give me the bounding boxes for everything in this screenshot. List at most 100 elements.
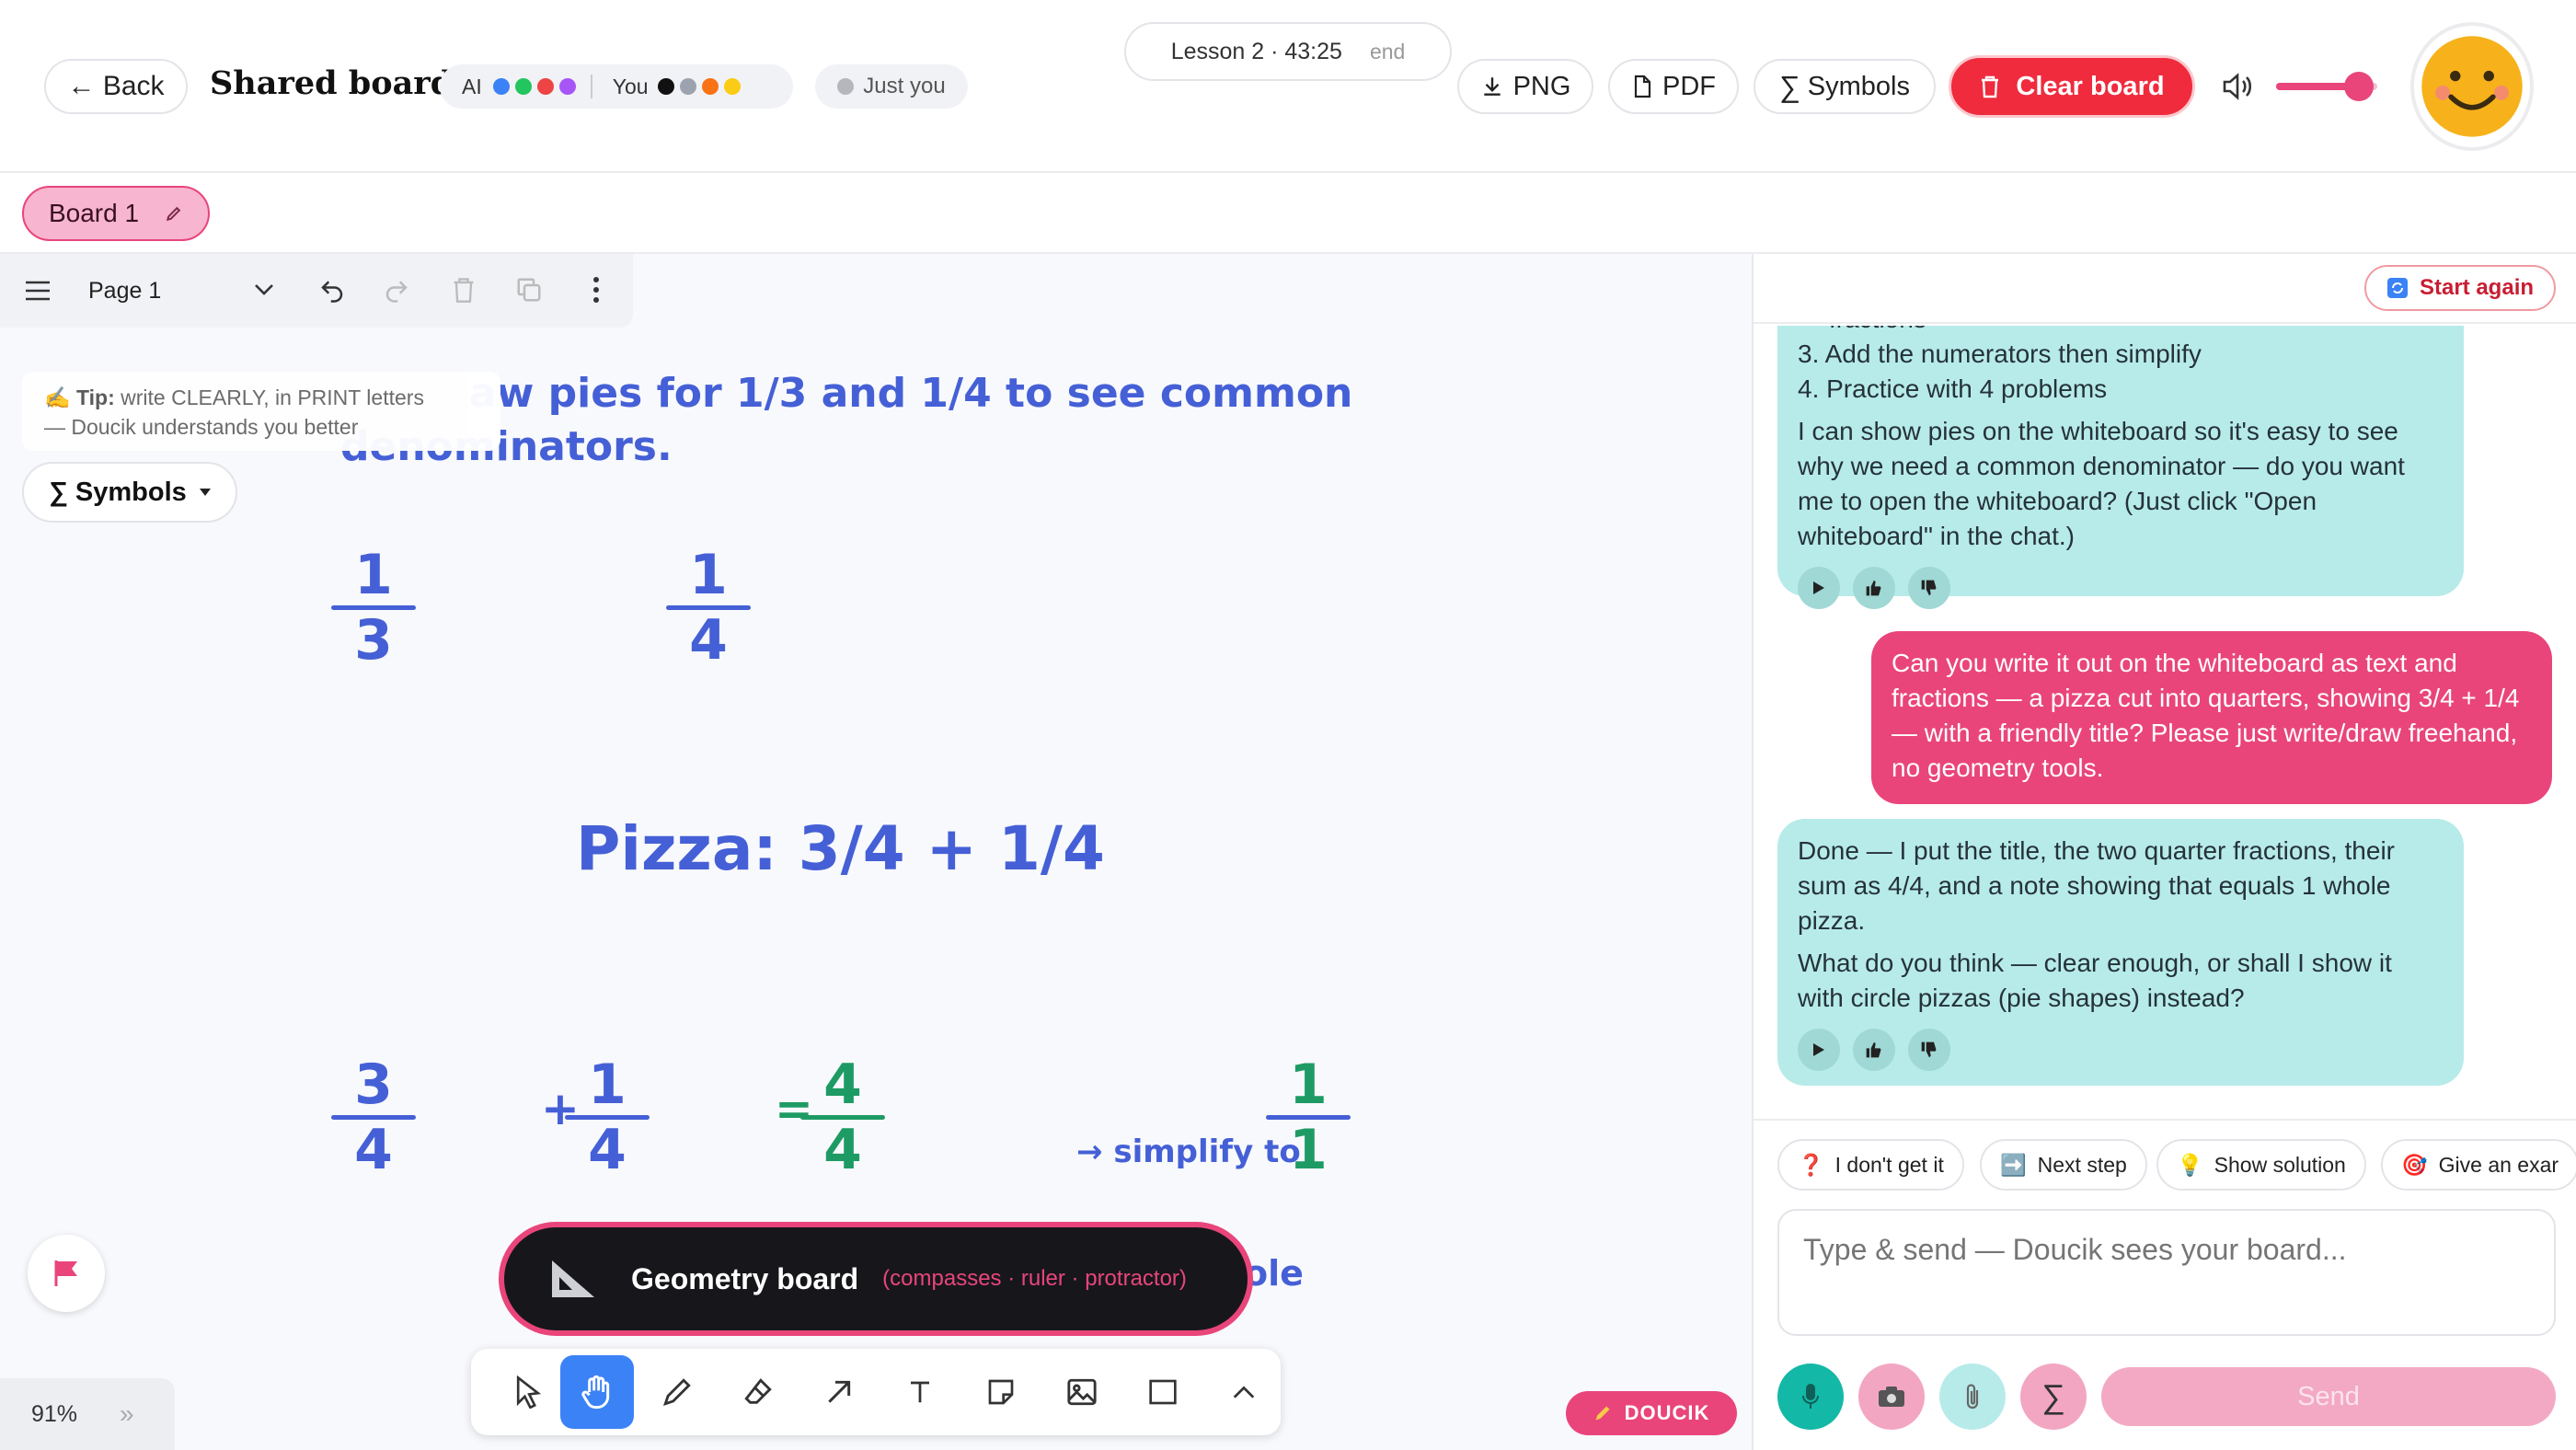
top-header: ← Back Shared board AI You Just you Less… bbox=[0, 0, 2576, 173]
play-icon bbox=[1813, 581, 1824, 594]
tool-text[interactable] bbox=[883, 1355, 957, 1429]
clear-board-button[interactable]: Clear board bbox=[1949, 55, 2195, 118]
drawing-toolbar bbox=[471, 1349, 1281, 1435]
pizza-title: Pizza: 3/4 + 1/4 bbox=[576, 813, 1105, 884]
divider bbox=[1754, 1119, 2576, 1121]
paperclip-icon bbox=[1966, 1384, 1979, 1410]
color-dot bbox=[514, 78, 532, 95]
symbols-button[interactable]: ∑ Symbols bbox=[1754, 59, 1936, 114]
play-icon bbox=[1813, 1043, 1824, 1056]
flag-button[interactable] bbox=[28, 1235, 105, 1312]
tip-prefix: ✍️ Tip: bbox=[44, 386, 115, 409]
play-audio-button[interactable] bbox=[1798, 567, 1840, 609]
camera-button[interactable] bbox=[1858, 1364, 1925, 1430]
fraction-one-quarter-addend: 14 bbox=[565, 1056, 650, 1179]
thumbs-up-button[interactable] bbox=[1853, 567, 1895, 609]
thumbs-up-icon bbox=[1866, 1041, 1881, 1058]
tool-more[interactable] bbox=[1207, 1355, 1281, 1429]
lesson-timer: Lesson 2 · 43:25 end bbox=[1124, 22, 1452, 81]
math-symbols-button[interactable]: ∑ bbox=[2020, 1364, 2087, 1430]
tool-arrow[interactable] bbox=[802, 1355, 876, 1429]
geometry-board-button[interactable]: Geometry board (compasses · ruler · prot… bbox=[499, 1222, 1253, 1336]
tool-select[interactable] bbox=[491, 1355, 565, 1429]
volume-knob[interactable] bbox=[2344, 72, 2375, 101]
tool-sticky-note[interactable] bbox=[964, 1355, 1038, 1429]
sigma-icon: ∑ bbox=[2041, 1377, 2065, 1415]
quick-reply-show-solution[interactable]: 💡 Show solution bbox=[2156, 1139, 2366, 1191]
start-again-button[interactable]: Start again bbox=[2364, 265, 2556, 311]
zoom-indicator[interactable]: 91% » bbox=[0, 1378, 175, 1450]
participants-colors: AI You bbox=[440, 64, 793, 109]
whiteboard-canvas[interactable]: Page 1 aw pies for 1/3 and 1/4 to see co… bbox=[0, 254, 1752, 1450]
you-color-dots bbox=[657, 78, 746, 95]
attach-button[interactable] bbox=[1939, 1364, 2006, 1430]
camera-icon bbox=[1879, 1387, 1904, 1407]
arrow-right-icon: ➡️ bbox=[2000, 1152, 2027, 1177]
sigma-icon: ∑ bbox=[49, 477, 68, 507]
thumbs-up-button[interactable] bbox=[1853, 1029, 1895, 1071]
pencil-icon bbox=[663, 1378, 691, 1406]
menu-icon[interactable] bbox=[24, 280, 52, 302]
duplicate-icon[interactable] bbox=[515, 276, 543, 304]
page-selector[interactable]: Page 1 bbox=[88, 278, 161, 305]
text-icon bbox=[911, 1381, 929, 1403]
play-audio-button[interactable] bbox=[1798, 1029, 1840, 1071]
download-icon bbox=[1483, 77, 1501, 96]
tool-rectangle[interactable] bbox=[1126, 1355, 1200, 1429]
tool-pencil[interactable] bbox=[640, 1355, 714, 1429]
delete-icon[interactable] bbox=[451, 276, 477, 304]
chevron-down-icon[interactable] bbox=[254, 283, 274, 296]
quick-reply-next-step[interactable]: ➡️ Next step bbox=[1980, 1139, 2147, 1191]
redo-icon[interactable] bbox=[383, 276, 410, 304]
thumbs-down-button[interactable] bbox=[1908, 567, 1950, 609]
fraction-one-third: 13 bbox=[331, 547, 416, 669]
caret-down-icon bbox=[199, 489, 211, 496]
chat-input[interactable] bbox=[1777, 1209, 2556, 1336]
ai-label: AI bbox=[462, 74, 482, 98]
pencil-edit-icon[interactable] bbox=[165, 204, 183, 223]
color-dot bbox=[492, 78, 510, 95]
rectangle-icon bbox=[1149, 1379, 1177, 1405]
sticky-note-icon bbox=[988, 1379, 1014, 1405]
document-icon bbox=[1634, 75, 1651, 98]
tool-hand[interactable] bbox=[560, 1355, 634, 1429]
expand-icon[interactable]: » bbox=[120, 1399, 134, 1429]
more-options-icon[interactable] bbox=[592, 276, 600, 304]
fraction-one-quarter: 14 bbox=[666, 547, 751, 669]
doucik-badge[interactable]: DOUCIK bbox=[1566, 1391, 1737, 1435]
back-button[interactable]: ← Back bbox=[44, 59, 188, 114]
fraction-one-whole: 11 bbox=[1266, 1056, 1351, 1179]
color-dot bbox=[679, 78, 696, 95]
arrow-icon bbox=[828, 1380, 851, 1403]
chat-message-ai: Done — I put the title, the two quarter … bbox=[1777, 819, 2464, 1086]
send-button[interactable]: Send bbox=[2101, 1367, 2556, 1426]
volume-icon[interactable] bbox=[2221, 72, 2254, 101]
color-dot bbox=[723, 78, 741, 95]
set-square-icon bbox=[552, 1260, 594, 1297]
tool-eraser[interactable] bbox=[721, 1355, 795, 1429]
volume-slider[interactable] bbox=[2276, 72, 2377, 101]
export-pdf-button[interactable]: PDF bbox=[1608, 59, 1739, 114]
export-png-button[interactable]: PNG bbox=[1457, 59, 1593, 114]
lightbulb-icon: 💡 bbox=[2177, 1152, 2203, 1177]
end-lesson-link[interactable]: end bbox=[1370, 40, 1405, 64]
avatar[interactable] bbox=[2410, 22, 2534, 151]
flag-icon bbox=[54, 1260, 77, 1286]
quick-reply-dont-get-it[interactable]: ❓ I don't get it bbox=[1777, 1139, 1964, 1191]
chat-messages: fractions 3. Add the numerators then sim… bbox=[1754, 326, 2576, 1119]
tool-image[interactable] bbox=[1045, 1355, 1119, 1429]
chat-message-user: Can you write it out on the whiteboard a… bbox=[1871, 631, 2552, 804]
voice-input-button[interactable] bbox=[1777, 1364, 1844, 1430]
pencil-icon bbox=[1595, 1406, 1610, 1421]
canvas-symbols-button[interactable]: ∑ Symbols bbox=[22, 462, 237, 523]
cursor-icon bbox=[516, 1375, 542, 1409]
presence-badge: Just you bbox=[815, 64, 968, 109]
thumbs-down-button[interactable] bbox=[1908, 1029, 1950, 1071]
color-dot bbox=[558, 78, 576, 95]
microphone-icon bbox=[1802, 1384, 1819, 1409]
fraction-three-quarters: 34 bbox=[331, 1056, 416, 1179]
refresh-icon bbox=[2386, 278, 2408, 298]
undo-icon[interactable] bbox=[318, 276, 346, 304]
quick-reply-give-example[interactable]: 🎯 Give an exar bbox=[2381, 1139, 2576, 1191]
tab-board-1[interactable]: Board 1 bbox=[22, 186, 210, 241]
